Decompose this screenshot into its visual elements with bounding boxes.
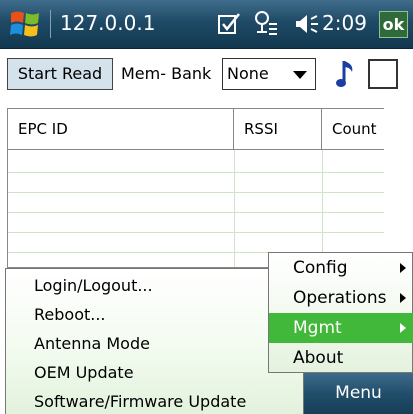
column-header-rssi[interactable]: RSSI [234, 109, 322, 150]
menu-item-config-label: Config [293, 258, 348, 278]
clock[interactable]: 2:09 [322, 11, 367, 35]
network-icon[interactable] [253, 10, 279, 38]
ok-button[interactable]: ok [379, 11, 408, 38]
menu-item-oem-update[interactable]: OEM Update [34, 363, 134, 382]
music-note-icon[interactable] [334, 58, 358, 90]
sync-icon[interactable] [217, 12, 241, 36]
menu-item-mgmt[interactable]: Mgmt [269, 313, 413, 343]
windows-start-icon[interactable] [8, 7, 42, 41]
menu-item-operations-label: Operations [293, 288, 387, 308]
option-checkbox[interactable] [368, 59, 398, 89]
results-table: EPC ID RSSI Count [7, 108, 384, 268]
menu-item-software-firmware-update[interactable]: Software/Firmware Update [34, 392, 246, 411]
table-row [8, 232, 384, 233]
menu-item-about-label: About [293, 348, 344, 368]
title-divider [50, 10, 51, 38]
window-title: 127.0.0.1 [60, 11, 156, 35]
table-row [8, 172, 384, 173]
chevron-right-icon [400, 263, 406, 273]
start-read-button[interactable]: Start Read [7, 58, 113, 90]
menu-item-reboot[interactable]: Reboot... [34, 305, 106, 324]
table-row [8, 212, 384, 213]
menu-item-operations[interactable]: Operations [269, 283, 413, 313]
menu-item-login-logout[interactable]: Login/Logout... [34, 276, 153, 295]
chevron-right-icon [400, 293, 406, 303]
menu-item-about[interactable]: About [269, 343, 413, 373]
column-divider [322, 150, 323, 267]
menu-item-mgmt-label: Mgmt [293, 318, 342, 338]
column-header-epc-id[interactable]: EPC ID [8, 109, 234, 150]
menu-softkey[interactable]: Menu [304, 373, 413, 414]
chevron-down-icon[interactable] [293, 71, 307, 79]
column-header-count[interactable]: Count [322, 109, 384, 150]
table-row [8, 192, 384, 193]
chevron-right-icon [400, 323, 406, 333]
mgmt-submenu: Login/Logout... Reboot... Antenna Mode O… [5, 268, 304, 414]
menu-item-config[interactable]: Config [269, 253, 413, 283]
main-menu-popup: Config Operations Mgmt About [268, 252, 413, 373]
mem-bank-label: Mem- Bank [121, 64, 212, 83]
column-divider [234, 150, 235, 267]
menu-item-antenna-mode[interactable]: Antenna Mode [34, 334, 150, 353]
softkey-bar: Menu [304, 373, 413, 414]
volume-icon[interactable] [293, 13, 319, 35]
